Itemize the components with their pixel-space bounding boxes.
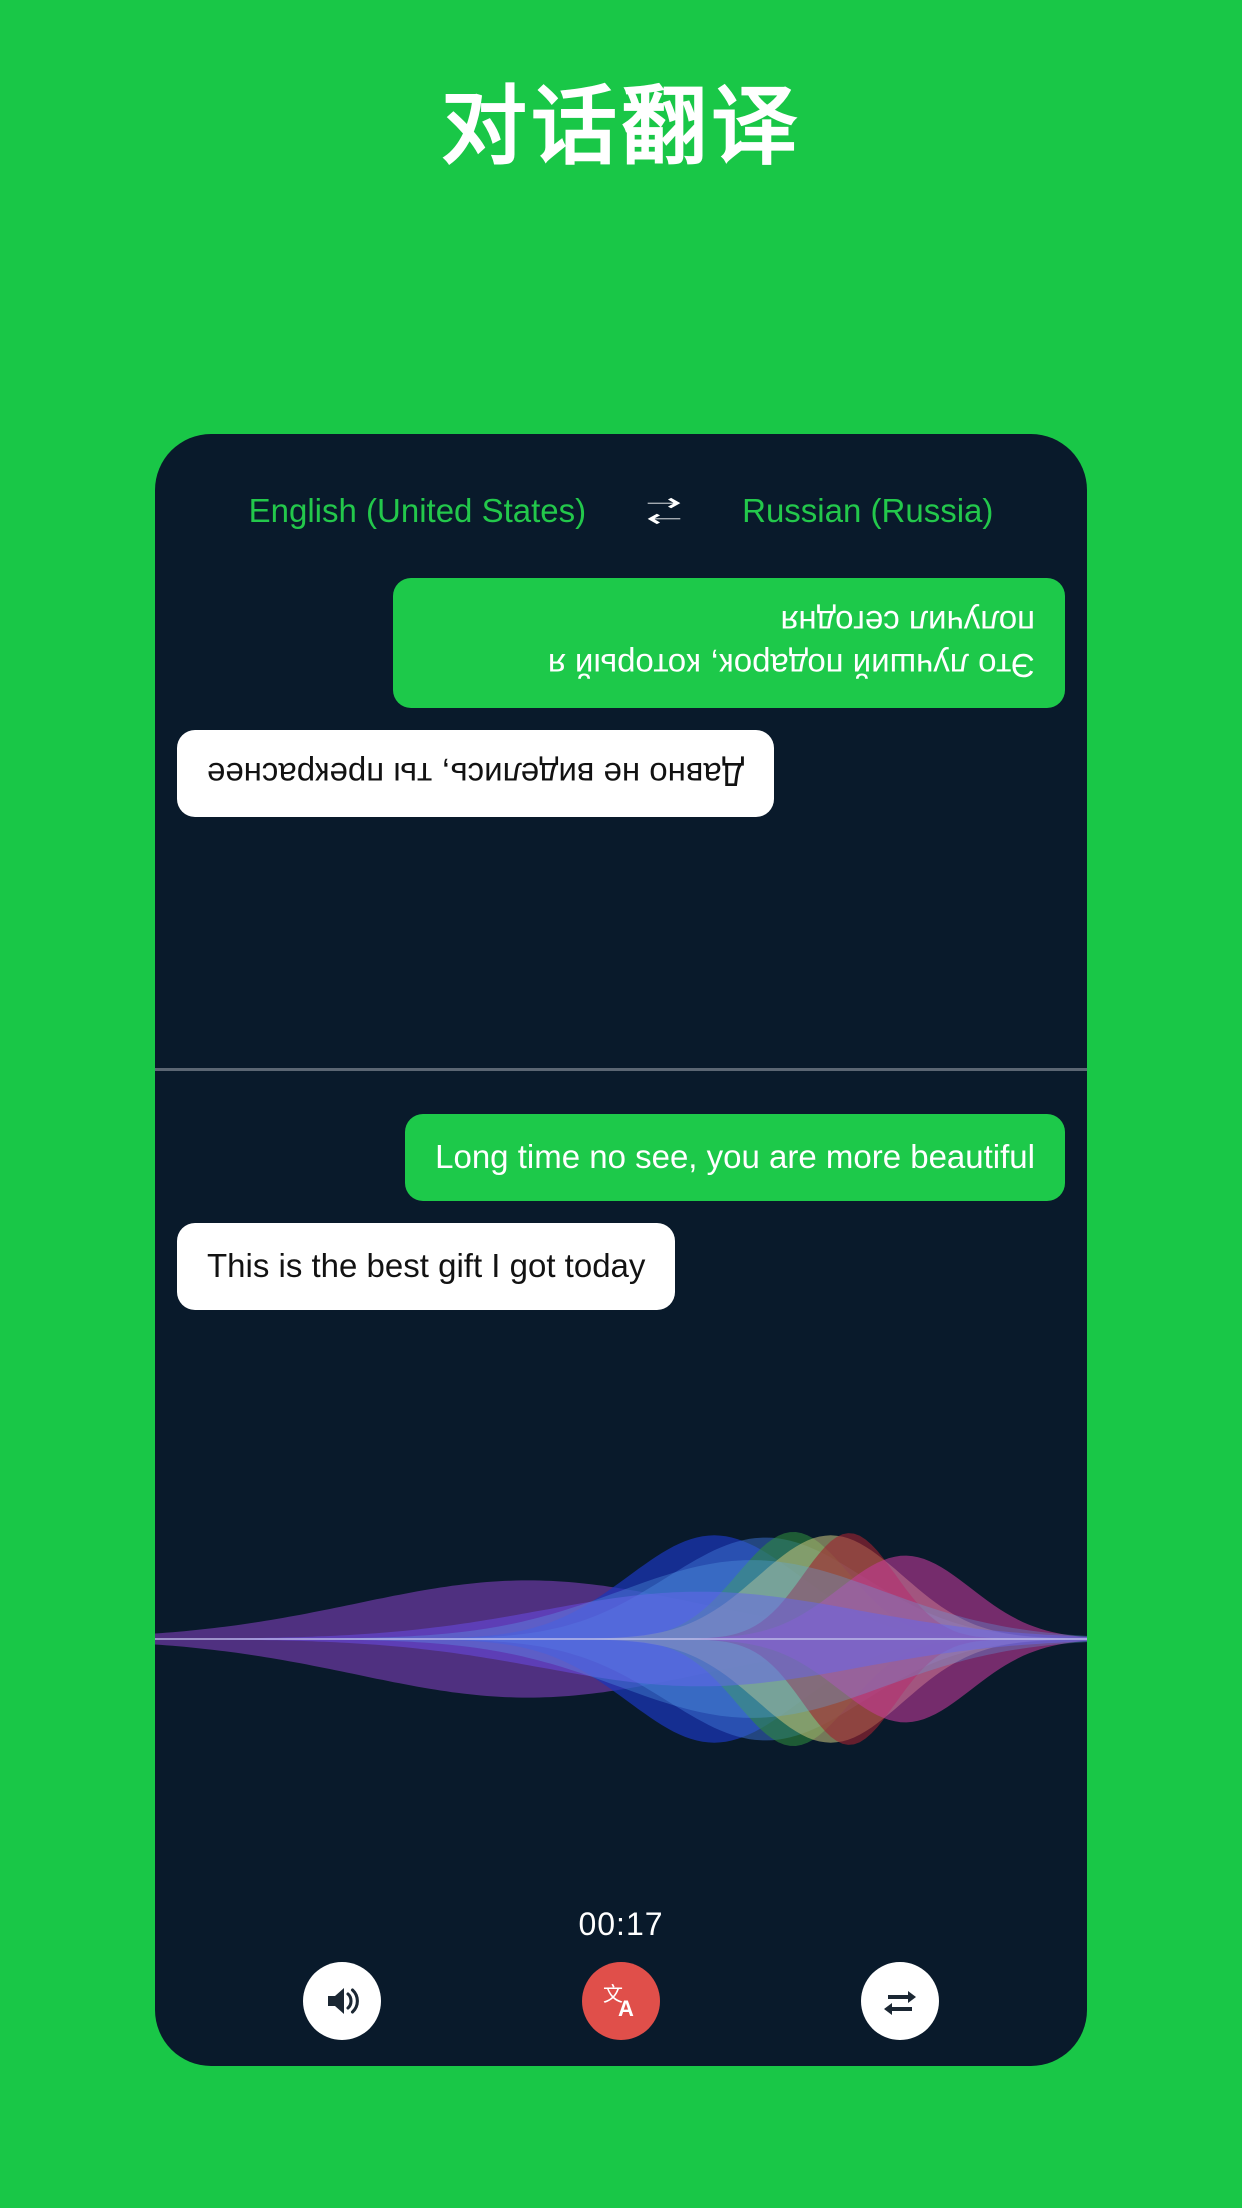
control-label: Speaker is on bbox=[248, 2060, 438, 2066]
speaker-on-icon[interactable] bbox=[303, 1962, 382, 2040]
speaker-toggle-button[interactable]: Speaker is on bbox=[227, 1962, 457, 2066]
translate-icon[interactable]: 文 A bbox=[581, 1962, 660, 2040]
source-language-selector[interactable]: English (United States) bbox=[249, 492, 587, 530]
message-bubble[interactable]: Long time no see, you are more beautiful bbox=[405, 1114, 1065, 1201]
message-bubble[interactable]: Это лучший подарок, который я получил се… bbox=[393, 578, 1065, 708]
quit-button[interactable]: 文 A Quit bbox=[506, 1962, 736, 2066]
call-controls-bar: Speaker is on 文 A Quit Toggle bbox=[155, 1962, 1087, 2066]
message-bubble[interactable]: Давно не виделись, ты прекраснее bbox=[177, 729, 775, 817]
audio-waveform-visualizer bbox=[155, 1532, 1087, 1746]
message-row: Long time no see, you are more beautiful bbox=[177, 1114, 1065, 1201]
remote-conversation-pane: Давно не виделись, ты прекраснее Это луч… bbox=[155, 544, 1087, 1052]
toggle-button[interactable]: Toggle bbox=[785, 1962, 1015, 2066]
message-row: Давно не виделись, ты прекраснее bbox=[177, 729, 1065, 817]
target-language-selector[interactable]: Russian (Russia) bbox=[742, 492, 993, 530]
message-row: This is the best gift I got today bbox=[177, 1222, 1065, 1310]
elapsed-time: 00:17 bbox=[578, 1906, 664, 1942]
local-conversation-pane: Long time no see, you are more beautiful… bbox=[155, 1086, 1087, 1332]
control-label: Toggle bbox=[854, 2060, 945, 2066]
pane-divider bbox=[155, 1068, 1087, 1071]
repeat-swap-icon[interactable] bbox=[860, 1962, 939, 2040]
phone-screen-card: English (United States) Russian (Russia)… bbox=[155, 434, 1087, 2066]
language-bar: English (United States) Russian (Russia) bbox=[155, 492, 1087, 530]
message-bubble[interactable]: This is the best gift I got today bbox=[177, 1222, 676, 1310]
control-label: Quit bbox=[593, 2060, 650, 2066]
page-title: 对话翻译 bbox=[441, 79, 801, 175]
svg-text:A: A bbox=[618, 1996, 634, 2021]
swap-arrows-icon[interactable] bbox=[644, 495, 684, 527]
message-row: Это лучший подарок, который я получил се… bbox=[177, 578, 1065, 708]
